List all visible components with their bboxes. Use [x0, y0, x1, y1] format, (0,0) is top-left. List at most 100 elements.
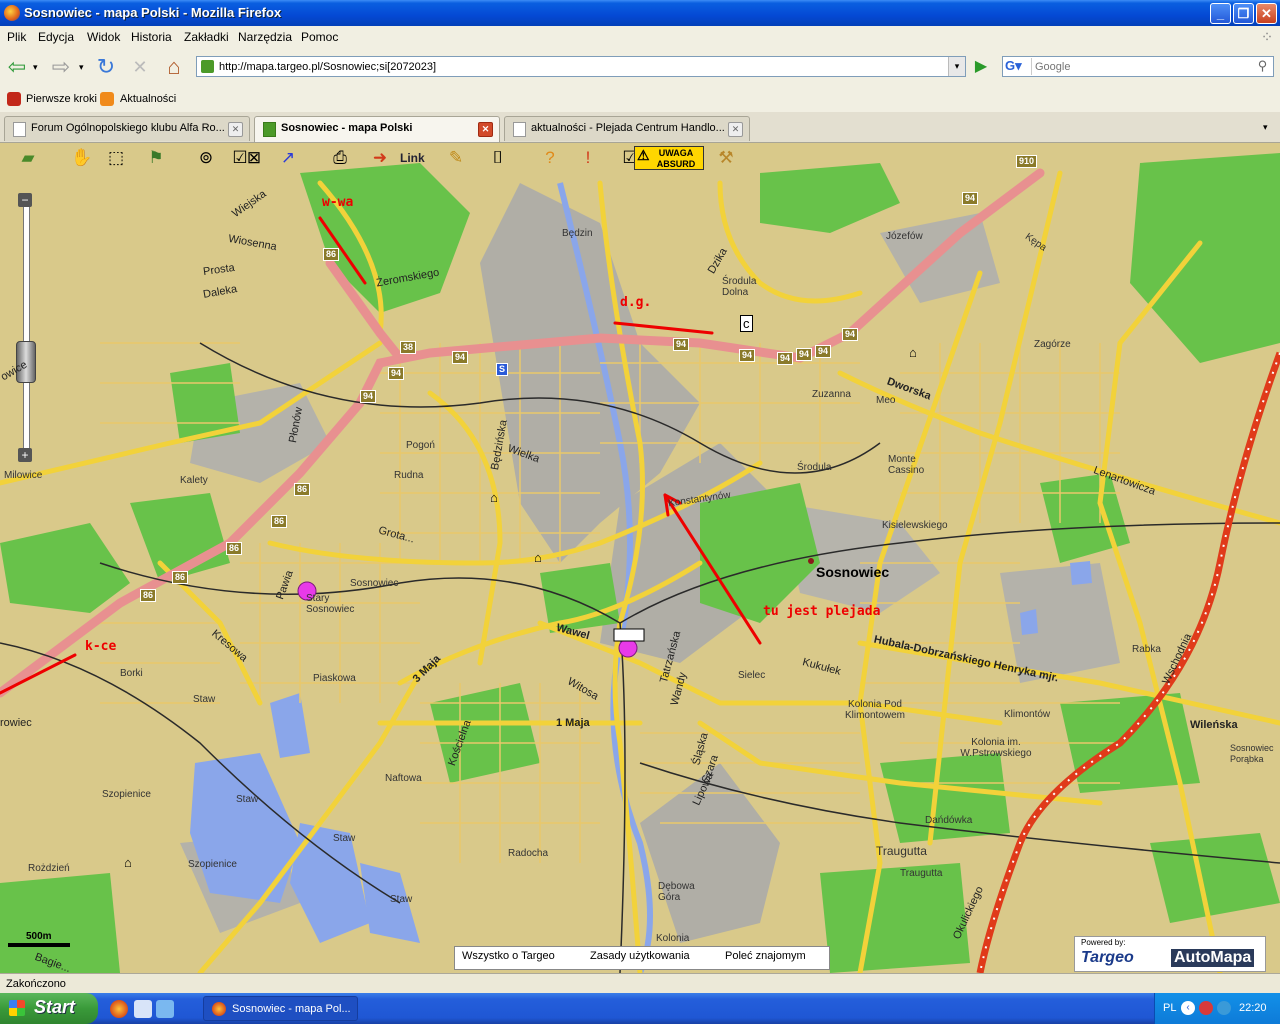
- building-icon[interactable]: ⌂: [124, 855, 132, 870]
- zoom-box-icon[interactable]: ⬚: [104, 146, 128, 170]
- route-number: 94: [673, 338, 690, 351]
- clear-icon[interactable]: ⊠: [242, 146, 266, 170]
- menu-edycja[interactable]: Edycja: [38, 30, 74, 44]
- taskbar-firefox-window[interactable]: Sosnowiec - mapa Pol...: [203, 996, 358, 1021]
- back-button[interactable]: ⇦: [4, 54, 30, 80]
- zoom-in-icon[interactable]: +: [18, 448, 32, 462]
- start-label: Start: [34, 997, 76, 1017]
- back-history-dropdown[interactable]: ▾: [33, 62, 38, 73]
- search-bar[interactable]: G▾ ⚲: [1002, 56, 1274, 77]
- bookmark-pierwsze-kroki[interactable]: Pierwsze kroki: [26, 93, 97, 105]
- status-text: Zakończono: [6, 978, 66, 990]
- help-icon[interactable]: ?: [538, 146, 562, 170]
- language-indicator[interactable]: PL: [1163, 1002, 1176, 1014]
- menu-plik[interactable]: Plik: [7, 30, 26, 44]
- title-bar[interactable]: Sosnowiec - mapa Polski - Mozilla Firefo…: [0, 0, 1280, 26]
- close-button[interactable]: ✕: [1256, 3, 1277, 24]
- link-arrow-icon[interactable]: ➜: [368, 146, 392, 170]
- place-label: Kisielewskiego: [882, 520, 948, 531]
- place-label: Klimontów: [1004, 709, 1051, 720]
- link-wszystko-o-targeo[interactable]: Wszystko o Targeo: [462, 950, 555, 962]
- church-icon[interactable]: c: [740, 315, 753, 332]
- route-number: 94: [815, 345, 832, 358]
- search-input[interactable]: [1035, 58, 1245, 75]
- tab-close-icon[interactable]: ✕: [478, 122, 493, 137]
- map-canvas[interactable]: [0, 143, 1280, 973]
- link-button[interactable]: Link: [400, 151, 425, 165]
- place-label: Kalety: [180, 475, 208, 486]
- place-label: Radocha: [508, 848, 549, 859]
- firefox-quicklaunch-icon[interactable]: [110, 1000, 128, 1018]
- place-label: Szopienice: [102, 789, 151, 800]
- tab-plejada[interactable]: aktualności - Plejada Centrum Handlo... …: [504, 116, 750, 141]
- route-number: 94: [777, 352, 794, 365]
- quicklaunch-icon[interactable]: [156, 1000, 174, 1018]
- link-polec-znajomym[interactable]: Poleć znajomym: [725, 950, 806, 962]
- map-viewport[interactable]: ▰ ✋ ⬚ ⚑ ⊚ ☑ ⊠ ↗ ⎙ ➜ Link ✎ ⌷ ? ! ☑ UWAGA…: [0, 143, 1280, 973]
- map-toolbar: ▰ ✋ ⬚ ⚑ ⊚ ☑ ⊠ ↗ ⎙ ➜ Link ✎ ⌷ ? ! ☑ UWAGA…: [0, 143, 1280, 173]
- annotation-k-ce: k-ce: [85, 639, 117, 654]
- warning-line-1: UWAGA: [658, 148, 694, 158]
- zoom-track[interactable]: [23, 203, 30, 455]
- all-tabs-dropdown[interactable]: ▾: [1263, 122, 1268, 133]
- binoculars-icon[interactable]: ⊚: [194, 146, 218, 170]
- warning-line-2: ABSURD: [656, 159, 696, 169]
- warning-absurd-button[interactable]: UWAGA ABSURD: [634, 146, 704, 170]
- network-tray-icon[interactable]: [1217, 1001, 1231, 1015]
- place-label: Zuzanna: [812, 389, 851, 400]
- route-number: S: [496, 363, 509, 376]
- place-label: Środula: [797, 462, 832, 473]
- menu-zakladki[interactable]: Zakładki: [184, 30, 229, 44]
- route-number: 86: [271, 515, 288, 528]
- map-edit-icon[interactable]: ✎: [444, 146, 468, 170]
- map-layers-icon[interactable]: ▰: [16, 146, 40, 170]
- tab-close-icon[interactable]: ✕: [228, 122, 243, 137]
- forward-button[interactable]: ⇨: [48, 54, 74, 80]
- menu-narzedzia[interactable]: Narzędzia: [238, 30, 292, 44]
- go-button[interactable]: ▶: [970, 56, 992, 77]
- security-tray-icon[interactable]: [1199, 1001, 1213, 1015]
- rss-icon: [100, 92, 114, 106]
- targeo-logo: Targeo: [1081, 949, 1134, 966]
- tab-label: Forum Ogólnopolskiego klubu Alfa Ro...: [31, 122, 225, 134]
- minimize-button[interactable]: _: [1210, 3, 1231, 24]
- home-button[interactable]: ⌂: [161, 54, 187, 80]
- print-icon[interactable]: ⎙: [328, 146, 352, 170]
- pan-hand-icon[interactable]: ✋: [70, 146, 94, 170]
- zoom-out-icon[interactable]: −: [18, 193, 32, 207]
- tools-icon[interactable]: ⚒: [714, 146, 738, 170]
- start-button[interactable]: Start: [0, 993, 98, 1024]
- forward-history-dropdown[interactable]: ▾: [79, 62, 84, 73]
- zoom-slider[interactable]: − +: [16, 193, 36, 463]
- camera-icon[interactable]: ⌷: [486, 146, 510, 170]
- status-bar: Zakończono: [0, 973, 1280, 994]
- reload-button[interactable]: ↻: [93, 54, 119, 80]
- url-dropdown-button[interactable]: ▾: [948, 57, 965, 76]
- tab-sosnowiec[interactable]: Sosnowiec - mapa Polski ✕: [254, 116, 500, 142]
- search-icon[interactable]: ⚲: [1254, 58, 1271, 75]
- url-input[interactable]: [219, 58, 939, 75]
- powered-by-logo[interactable]: Powered by: Targeo AutoMapa: [1074, 936, 1266, 972]
- route-number: 86: [140, 589, 157, 602]
- url-bar[interactable]: ▾: [196, 56, 966, 77]
- stop-button[interactable]: ✕: [127, 54, 153, 80]
- tray-expand-icon[interactable]: ‹: [1181, 1001, 1195, 1015]
- building-icon[interactable]: ⌂: [909, 345, 917, 360]
- menu-pomoc[interactable]: Pomoc: [301, 30, 338, 44]
- search-engine-icon[interactable]: G▾: [1005, 58, 1032, 75]
- menu-widok[interactable]: Widok: [87, 30, 120, 44]
- link-zasady-uzytkowania[interactable]: Zasady użytkowania: [590, 950, 690, 962]
- building-icon[interactable]: ⌂: [490, 490, 498, 505]
- building-icon[interactable]: ⌂: [534, 550, 542, 565]
- desktop-quicklaunch-icon[interactable]: [134, 1000, 152, 1018]
- measure-distance-icon[interactable]: ↗: [276, 146, 300, 170]
- report-error-icon[interactable]: !: [576, 146, 600, 170]
- bookmark-aktualnosci[interactable]: Aktualności: [120, 93, 176, 105]
- place-label: Sosnowiec Porąbka: [1230, 743, 1274, 764]
- route-flag-icon[interactable]: ⚑: [144, 146, 168, 170]
- tab-forum[interactable]: Forum Ogólnopolskiego klubu Alfa Ro... ✕: [4, 116, 250, 141]
- route-number: 86: [323, 248, 340, 261]
- menu-historia[interactable]: Historia: [131, 30, 172, 44]
- maximize-button[interactable]: ❐: [1233, 3, 1254, 24]
- tab-close-icon[interactable]: ✕: [728, 122, 743, 137]
